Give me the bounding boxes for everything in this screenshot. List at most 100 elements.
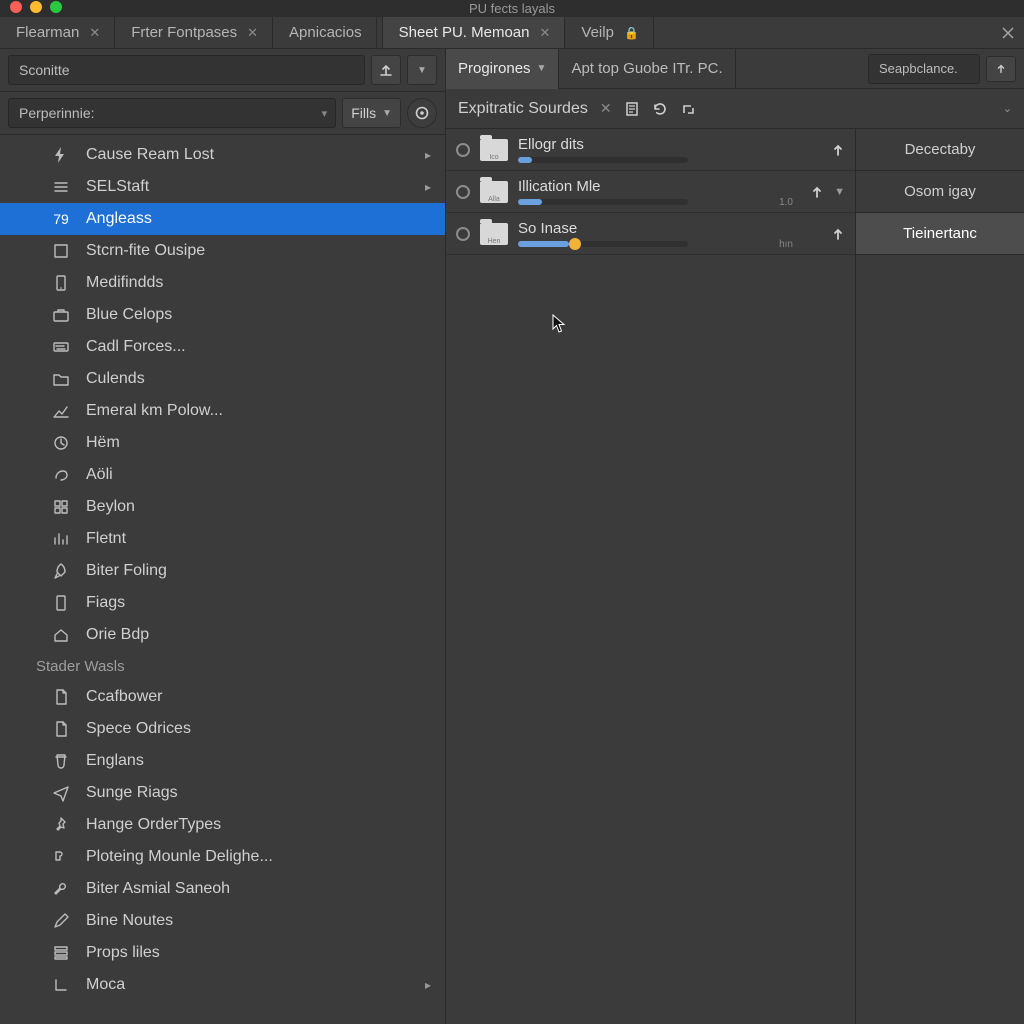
grid-icon [50,498,72,516]
sources-list[interactable]: IcoEllogr ditsAllaIllication Mle1.0▼HenS… [446,129,856,1024]
tab-sheet-memoan[interactable]: Sheet PU. Memoan ✕ [383,17,566,48]
tab-veilp[interactable]: Veilp 🔒 [565,17,653,48]
close-window-button[interactable] [10,1,22,13]
close-icon[interactable]: ✕ [600,100,612,117]
folder-icon [50,370,72,388]
source-row[interactable]: IcoEllogr dits [446,129,855,171]
keys-icon [50,338,72,356]
tab-apnicacios[interactable]: Apnicacios [273,17,377,48]
tree-item-label: Hange OrderTypes [86,816,221,834]
phone2-icon [50,594,72,612]
source-row[interactable]: HenSo Inasehın [446,213,855,255]
tree-group-header[interactable]: Stader Wasls [0,651,445,681]
tree-item[interactable]: Moca▸ [0,969,445,1001]
tree-item[interactable]: Hëm [0,427,445,459]
close-icon[interactable]: ✕ [89,25,100,41]
radio-button[interactable] [456,227,470,241]
tree-item[interactable]: 79Angleass [0,203,445,235]
left-toolbar-second: Perperinnie: Fills▼ [0,92,445,135]
tab-overflow-button[interactable] [992,17,1024,48]
row-label: Illication Mle [518,178,781,195]
tree-item-label: Sunge Riags [86,784,178,802]
tree-item-label: Fletnt [86,530,126,548]
tree-item[interactable]: Fletnt [0,523,445,555]
tree-item[interactable]: Blue Celops [0,299,445,331]
tab-progirones[interactable]: Progirones▼ [446,49,559,89]
target-button[interactable] [407,98,437,128]
close-icon[interactable]: ✕ [247,25,258,41]
tree-item[interactable]: Cadl Forces... [0,331,445,363]
upload-icon[interactable] [831,227,845,241]
tab-label: Frter Fontpases [131,24,237,41]
side-action-button[interactable]: Decectaby [856,129,1024,171]
fills-button[interactable]: Fills▼ [342,98,401,128]
tree-item-label: Moca [86,976,125,994]
panel-search-input[interactable]: Seapbclance. [868,54,980,84]
tree-item[interactable]: Orie Bdp [0,619,445,651]
radio-button[interactable] [456,143,470,157]
chevron-right-icon: ▸ [425,180,431,194]
tree-item[interactable]: Props liles [0,937,445,969]
side-action-button[interactable]: Tieinertanc [856,213,1024,255]
tree-item-label: Orie Bdp [86,626,149,644]
tree-item[interactable]: Biter Asmial Saneoh [0,873,445,905]
tree-item[interactable]: Emeral km Polow... [0,395,445,427]
tree-item[interactable]: Aöli [0,459,445,491]
refresh-icon[interactable] [652,101,668,117]
tree-item[interactable]: Stcrn-fite Ousipe [0,235,445,267]
tree-item-label: Fiags [86,594,125,612]
radio-button[interactable] [456,185,470,199]
upload-button[interactable] [371,55,401,85]
page-icon[interactable] [624,101,640,117]
upload-icon[interactable] [831,143,845,157]
tree-item[interactable]: Ccafbower [0,681,445,713]
tree-item[interactable]: Beylon [0,491,445,523]
source-row[interactable]: AllaIllication Mle1.0▼ [446,171,855,213]
tree-item[interactable]: Culends [0,363,445,395]
bolt-icon [50,146,72,164]
tree-item[interactable]: Spece Odrices [0,713,445,745]
tab-flearman[interactable]: Flearman ✕ [0,17,115,48]
send-icon [50,784,72,802]
case-icon [50,306,72,324]
maximize-window-button[interactable] [50,1,62,13]
tree-item[interactable]: Englans [0,745,445,777]
tab-fontpases[interactable]: Frter Fontpases ✕ [115,17,273,48]
tab-apt-top-guobe[interactable]: Apt top Guobe ITr. PC. [559,49,735,89]
tree-item[interactable]: Ploteing Mounle Delighe... [0,841,445,873]
chevron-down-icon[interactable]: ⌄ [1003,102,1012,115]
document-tabs: Flearman ✕ Frter Fontpases ✕ Apnicacios … [0,17,1024,49]
toolbar-dropdown-button[interactable]: ▼ [407,55,437,85]
tree-item[interactable]: Hange OrderTypes [0,809,445,841]
minimize-window-button[interactable] [30,1,42,13]
chevron-down-icon: ▼ [417,65,427,76]
progress-slider[interactable] [518,157,688,163]
count-badge: 79 [50,211,72,227]
tree-item[interactable]: Sunge Riags [0,777,445,809]
tree-item[interactable]: Biter Foling [0,555,445,587]
tree-item[interactable]: SELStaft▸ [0,171,445,203]
doc-icon [50,720,72,738]
square-icon [50,242,72,260]
upload-icon[interactable] [810,185,824,199]
close-icon[interactable]: ✕ [540,25,551,41]
panel-search-button[interactable] [986,56,1016,82]
progress-slider[interactable] [518,199,688,205]
progress-slider[interactable] [518,241,688,247]
tree-item[interactable]: Fiags [0,587,445,619]
search-input[interactable]: Sconitte [8,55,365,85]
tree-item-label: Englans [86,752,144,770]
tree-item[interactable]: Bine Noutes [0,905,445,937]
popout-icon[interactable] [680,101,696,117]
tree-item[interactable]: Cause Ream Lost▸ [0,139,445,171]
side-action-button[interactable]: Osom igay [856,171,1024,213]
chevron-down-icon[interactable]: ▼ [834,186,845,198]
row-main: Illication Mle [518,178,781,205]
tree-item[interactable]: Medifindds [0,267,445,299]
tree-item-label: Medifindds [86,274,163,292]
lock-icon: 🔒 [624,26,639,40]
perperinnie-select[interactable]: Perperinnie: [8,98,336,128]
chevron-down-icon: ▼ [537,63,547,74]
window-titlebar: PU fects layals [0,0,1024,17]
navigator-tree[interactable]: Cause Ream Lost▸SELStaft▸79AngleassStcrn… [0,135,445,1024]
